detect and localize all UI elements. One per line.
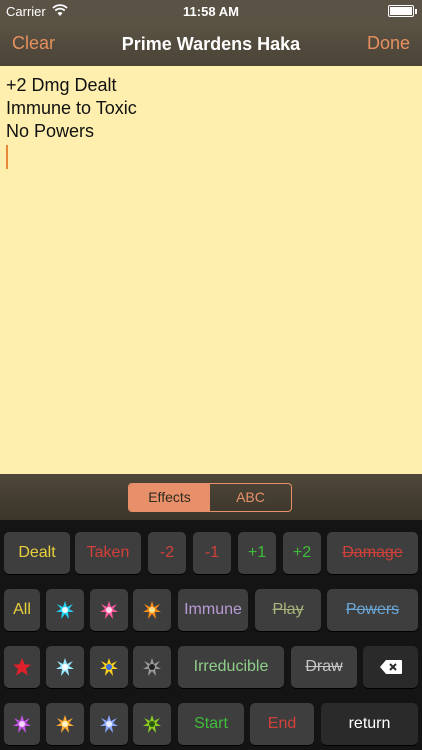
key-damage[interactable]: Damage: [327, 532, 418, 574]
green-burst-icon: [143, 715, 161, 733]
red-star-icon: [13, 658, 31, 676]
key-cyan-burst[interactable]: [46, 589, 84, 631]
blue-burst-icon: [100, 715, 118, 733]
status-bar: Carrier 11:58 AM: [0, 0, 422, 22]
status-time: 11:58 AM: [183, 4, 239, 19]
yellow-burst-icon: [100, 658, 118, 676]
key-backspace[interactable]: [363, 646, 418, 688]
key-orange-burst[interactable]: [133, 589, 171, 631]
battery-icon: [388, 5, 417, 17]
violet-burst-icon: [13, 715, 31, 733]
key-amber-burst[interactable]: [46, 703, 84, 745]
key-powers[interactable]: Powers: [327, 589, 418, 631]
segment-abc[interactable]: ABC: [210, 484, 291, 511]
key-gray-burst[interactable]: [133, 646, 171, 688]
note-line: No Powers: [6, 121, 95, 141]
orange-burst-icon: [143, 601, 161, 619]
key-start[interactable]: Start: [178, 703, 244, 745]
key-plus-2[interactable]: +2: [283, 532, 321, 574]
key-immune[interactable]: Immune: [178, 589, 248, 631]
amber-burst-icon: [56, 715, 74, 733]
page-title: Prime Wardens Haka: [121, 34, 301, 54]
key-plus-1[interactable]: +1: [238, 532, 276, 574]
key-all[interactable]: All: [4, 589, 40, 631]
key-dealt[interactable]: Dealt: [4, 532, 70, 574]
key-yellow-burst[interactable]: [90, 646, 128, 688]
note-line: Immune to Toxic: [6, 98, 137, 118]
key-minus-2[interactable]: -2: [148, 532, 186, 574]
key-green-burst[interactable]: [133, 703, 171, 745]
keyboard-mode-bar: Effects ABC: [0, 474, 422, 520]
done-button[interactable]: Done: [367, 33, 410, 54]
key-return[interactable]: return: [321, 703, 418, 745]
keyboard-mode-segmented-control: Effects ABC: [128, 483, 292, 512]
key-minus-1[interactable]: -1: [193, 532, 231, 574]
navigation-bar: Clear Prime Wardens Haka Done: [0, 22, 422, 66]
key-pink-burst[interactable]: [90, 589, 128, 631]
cyan-burst-icon: [56, 601, 74, 619]
ice-burst-icon: [56, 658, 74, 676]
key-end[interactable]: End: [250, 703, 314, 745]
pink-burst-icon: [100, 601, 118, 619]
key-irreducible[interactable]: Irreducible: [178, 646, 284, 688]
key-violet-burst[interactable]: [4, 703, 40, 745]
battery-fill: [390, 7, 412, 15]
key-ice-burst[interactable]: [46, 646, 84, 688]
key-play[interactable]: Play: [255, 589, 321, 631]
segment-effects[interactable]: Effects: [129, 484, 210, 511]
key-taken[interactable]: Taken: [75, 532, 141, 574]
key-red-star[interactable]: [4, 646, 40, 688]
key-blue-burst[interactable]: [90, 703, 128, 745]
notes-text-area[interactable]: +2 Dmg Dealt Immune to Toxic No Powers: [0, 66, 422, 474]
gray-burst-icon: [143, 658, 161, 676]
key-draw[interactable]: Draw: [291, 646, 357, 688]
note-line: +2 Dmg Dealt: [6, 75, 117, 95]
text-cursor: [6, 145, 8, 169]
effects-keyboard: Dealt Taken -2 -1 +1 +2 Damage All Immun…: [0, 520, 422, 750]
backspace-icon: [379, 660, 402, 674]
